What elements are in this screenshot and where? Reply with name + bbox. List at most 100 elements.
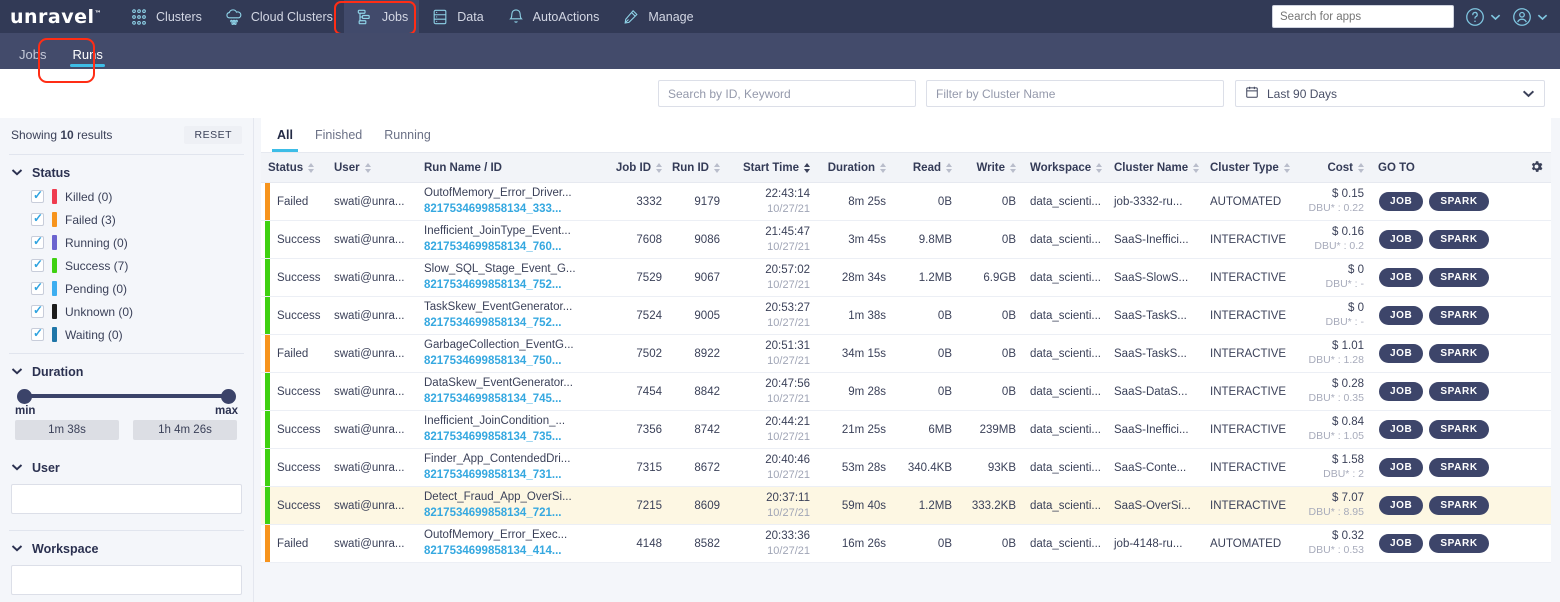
goto-spark-button[interactable]: SPARK	[1429, 382, 1489, 401]
filter-cluster-name-input[interactable]: Filter by Cluster Name	[926, 80, 1224, 107]
run-id-link[interactable]: 8217534699858134_752...	[424, 316, 600, 332]
goto-job-button[interactable]: JOB	[1379, 344, 1424, 363]
help-menu-button[interactable]	[1464, 6, 1501, 28]
run-id-link[interactable]: 8217534699858134_750...	[424, 354, 600, 370]
table-row[interactable]: Success swati@unra... Inefficient_JoinType…	[261, 220, 1551, 259]
reset-filters-button[interactable]: RESET	[184, 126, 242, 144]
status-filter-success[interactable]: Success (7)	[9, 254, 244, 277]
nav-item-cloud-clusters[interactable]: Cloud Clusters	[213, 0, 344, 33]
workspace-section-header[interactable]: Workspace	[9, 533, 244, 561]
sort-icon-user[interactable]	[364, 162, 371, 173]
subtab-runs[interactable]: Runs	[59, 48, 115, 69]
col-start-time[interactable]: Start Time	[727, 152, 817, 183]
checkbox-pending[interactable]	[31, 280, 44, 295]
duration-max-value[interactable]: 1h 4m 26s	[133, 420, 237, 440]
table-row[interactable]: Success swati@unra... TaskSkew_EventGenera…	[261, 296, 1551, 335]
sort-icon-job-id[interactable]	[656, 162, 662, 173]
sort-icon-start-time[interactable]	[804, 162, 810, 173]
sort-icon-duration[interactable]	[880, 162, 886, 173]
checkbox-success[interactable]	[31, 257, 44, 272]
goto-spark-button[interactable]: SPARK	[1429, 268, 1489, 287]
status-filter-waiting[interactable]: Waiting (0)	[9, 323, 244, 346]
checkbox-running[interactable]	[31, 234, 44, 249]
status-filter-killed[interactable]: Killed (0)	[9, 185, 244, 208]
sort-icon-cluster-type[interactable]	[1283, 162, 1290, 173]
col-cluster-name[interactable]: Cluster Name	[1107, 152, 1203, 183]
goto-job-button[interactable]: JOB	[1379, 268, 1424, 287]
run-id-link[interactable]: 8217534699858134_735...	[424, 430, 600, 446]
run-id-link[interactable]: 8217534699858134_731...	[424, 468, 600, 484]
col-read[interactable]: Read	[893, 152, 959, 183]
goto-spark-button[interactable]: SPARK	[1429, 306, 1489, 325]
tab-running[interactable]: Running	[373, 118, 442, 152]
col-job-id[interactable]: Job ID	[607, 152, 669, 183]
run-id-link[interactable]: 8217534699858134_333...	[424, 202, 600, 218]
goto-spark-button[interactable]: SPARK	[1429, 458, 1489, 477]
col-user[interactable]: User	[327, 152, 417, 183]
checkbox-killed[interactable]	[31, 188, 44, 203]
status-filter-pending[interactable]: Pending (0)	[9, 277, 244, 300]
goto-spark-button[interactable]: SPARK	[1429, 192, 1489, 211]
goto-spark-button[interactable]: SPARK	[1429, 344, 1489, 363]
table-row[interactable]: Failed swati@unra... OutofMemory_Error_Exe…	[261, 524, 1551, 563]
col-cost[interactable]: Cost	[1299, 152, 1371, 183]
goto-job-button[interactable]: JOB	[1379, 420, 1424, 439]
sort-icon-status[interactable]	[308, 162, 315, 173]
run-id-link[interactable]: 8217534699858134_721...	[424, 506, 600, 522]
col-workspace[interactable]: Workspace	[1023, 152, 1107, 183]
user-filter-input[interactable]	[11, 484, 242, 514]
checkbox-waiting[interactable]	[31, 326, 44, 341]
run-id-link[interactable]: 8217534699858134_752...	[424, 278, 600, 294]
nav-item-clusters[interactable]: Clusters	[118, 0, 213, 33]
table-row[interactable]: Failed swati@unra... GarbageCollection_Eve…	[261, 334, 1551, 373]
tab-all[interactable]: All	[266, 118, 304, 152]
run-id-link[interactable]: 8217534699858134_745...	[424, 392, 600, 408]
goto-spark-button[interactable]: SPARK	[1429, 534, 1489, 553]
goto-job-button[interactable]: JOB	[1379, 496, 1424, 515]
sort-icon-workspace[interactable]	[1096, 162, 1103, 173]
sort-icon-run-id[interactable]	[714, 162, 720, 173]
status-filter-unknown[interactable]: Unknown (0)	[9, 300, 244, 323]
user-menu-button[interactable]	[1511, 6, 1548, 28]
goto-spark-button[interactable]: SPARK	[1429, 230, 1489, 249]
settings-gear-icon[interactable]	[1529, 159, 1544, 177]
user-section-header[interactable]: User	[9, 452, 244, 480]
status-section-header[interactable]: Status	[9, 157, 244, 185]
goto-spark-button[interactable]: SPARK	[1429, 496, 1489, 515]
goto-job-button[interactable]: JOB	[1379, 458, 1424, 477]
table-row[interactable]: Success swati@unra... Detect_Fraud_App_Ove…	[261, 486, 1551, 525]
sort-icon-write[interactable]	[1010, 162, 1016, 173]
goto-job-button[interactable]: JOB	[1379, 230, 1424, 249]
search-id-keyword-input[interactable]: Search by ID, Keyword	[658, 80, 916, 107]
duration-min-value[interactable]: 1m 38s	[15, 420, 119, 440]
slider-handle-max[interactable]	[221, 388, 236, 404]
col-write[interactable]: Write	[959, 152, 1023, 183]
app-search-input[interactable]	[1272, 5, 1454, 28]
tab-finished[interactable]: Finished	[304, 118, 373, 152]
sort-icon-cluster-name[interactable]	[1193, 162, 1200, 173]
status-filter-running[interactable]: Running (0)	[9, 231, 244, 254]
col-run-id[interactable]: Run ID	[669, 152, 727, 183]
table-row[interactable]: Failed swati@unra... OutofMemory_Error_Dri…	[261, 182, 1551, 221]
col-status[interactable]: Status	[261, 152, 327, 183]
col-cluster-type[interactable]: Cluster Type	[1203, 152, 1299, 183]
goto-job-button[interactable]: JOB	[1379, 192, 1424, 211]
nav-item-data[interactable]: Data	[419, 0, 494, 33]
table-row[interactable]: Success swati@unra... Finder_App_Contended…	[261, 448, 1551, 487]
goto-spark-button[interactable]: SPARK	[1429, 420, 1489, 439]
duration-range-slider[interactable]	[9, 384, 244, 404]
table-row[interactable]: Success swati@unra... DataSkew_EventGenera…	[261, 372, 1551, 411]
sort-icon-read[interactable]	[946, 162, 952, 173]
nav-item-jobs[interactable]: Jobs	[343, 0, 420, 33]
sort-icon-cost[interactable]	[1358, 162, 1364, 173]
nav-item-autoactions[interactable]: AutoActions	[495, 0, 611, 33]
nav-item-manage[interactable]: Manage	[610, 0, 704, 33]
status-filter-failed[interactable]: Failed (3)	[9, 208, 244, 231]
goto-job-button[interactable]: JOB	[1379, 306, 1424, 325]
unravel-logo[interactable]: unravel™	[10, 6, 102, 28]
goto-job-button[interactable]: JOB	[1379, 534, 1424, 553]
goto-job-button[interactable]: JOB	[1379, 382, 1424, 401]
run-id-link[interactable]: 8217534699858134_760...	[424, 240, 600, 256]
table-row[interactable]: Success swati@unra... Slow_SQL_Stage_Event…	[261, 258, 1551, 297]
col-duration[interactable]: Duration	[817, 152, 893, 183]
